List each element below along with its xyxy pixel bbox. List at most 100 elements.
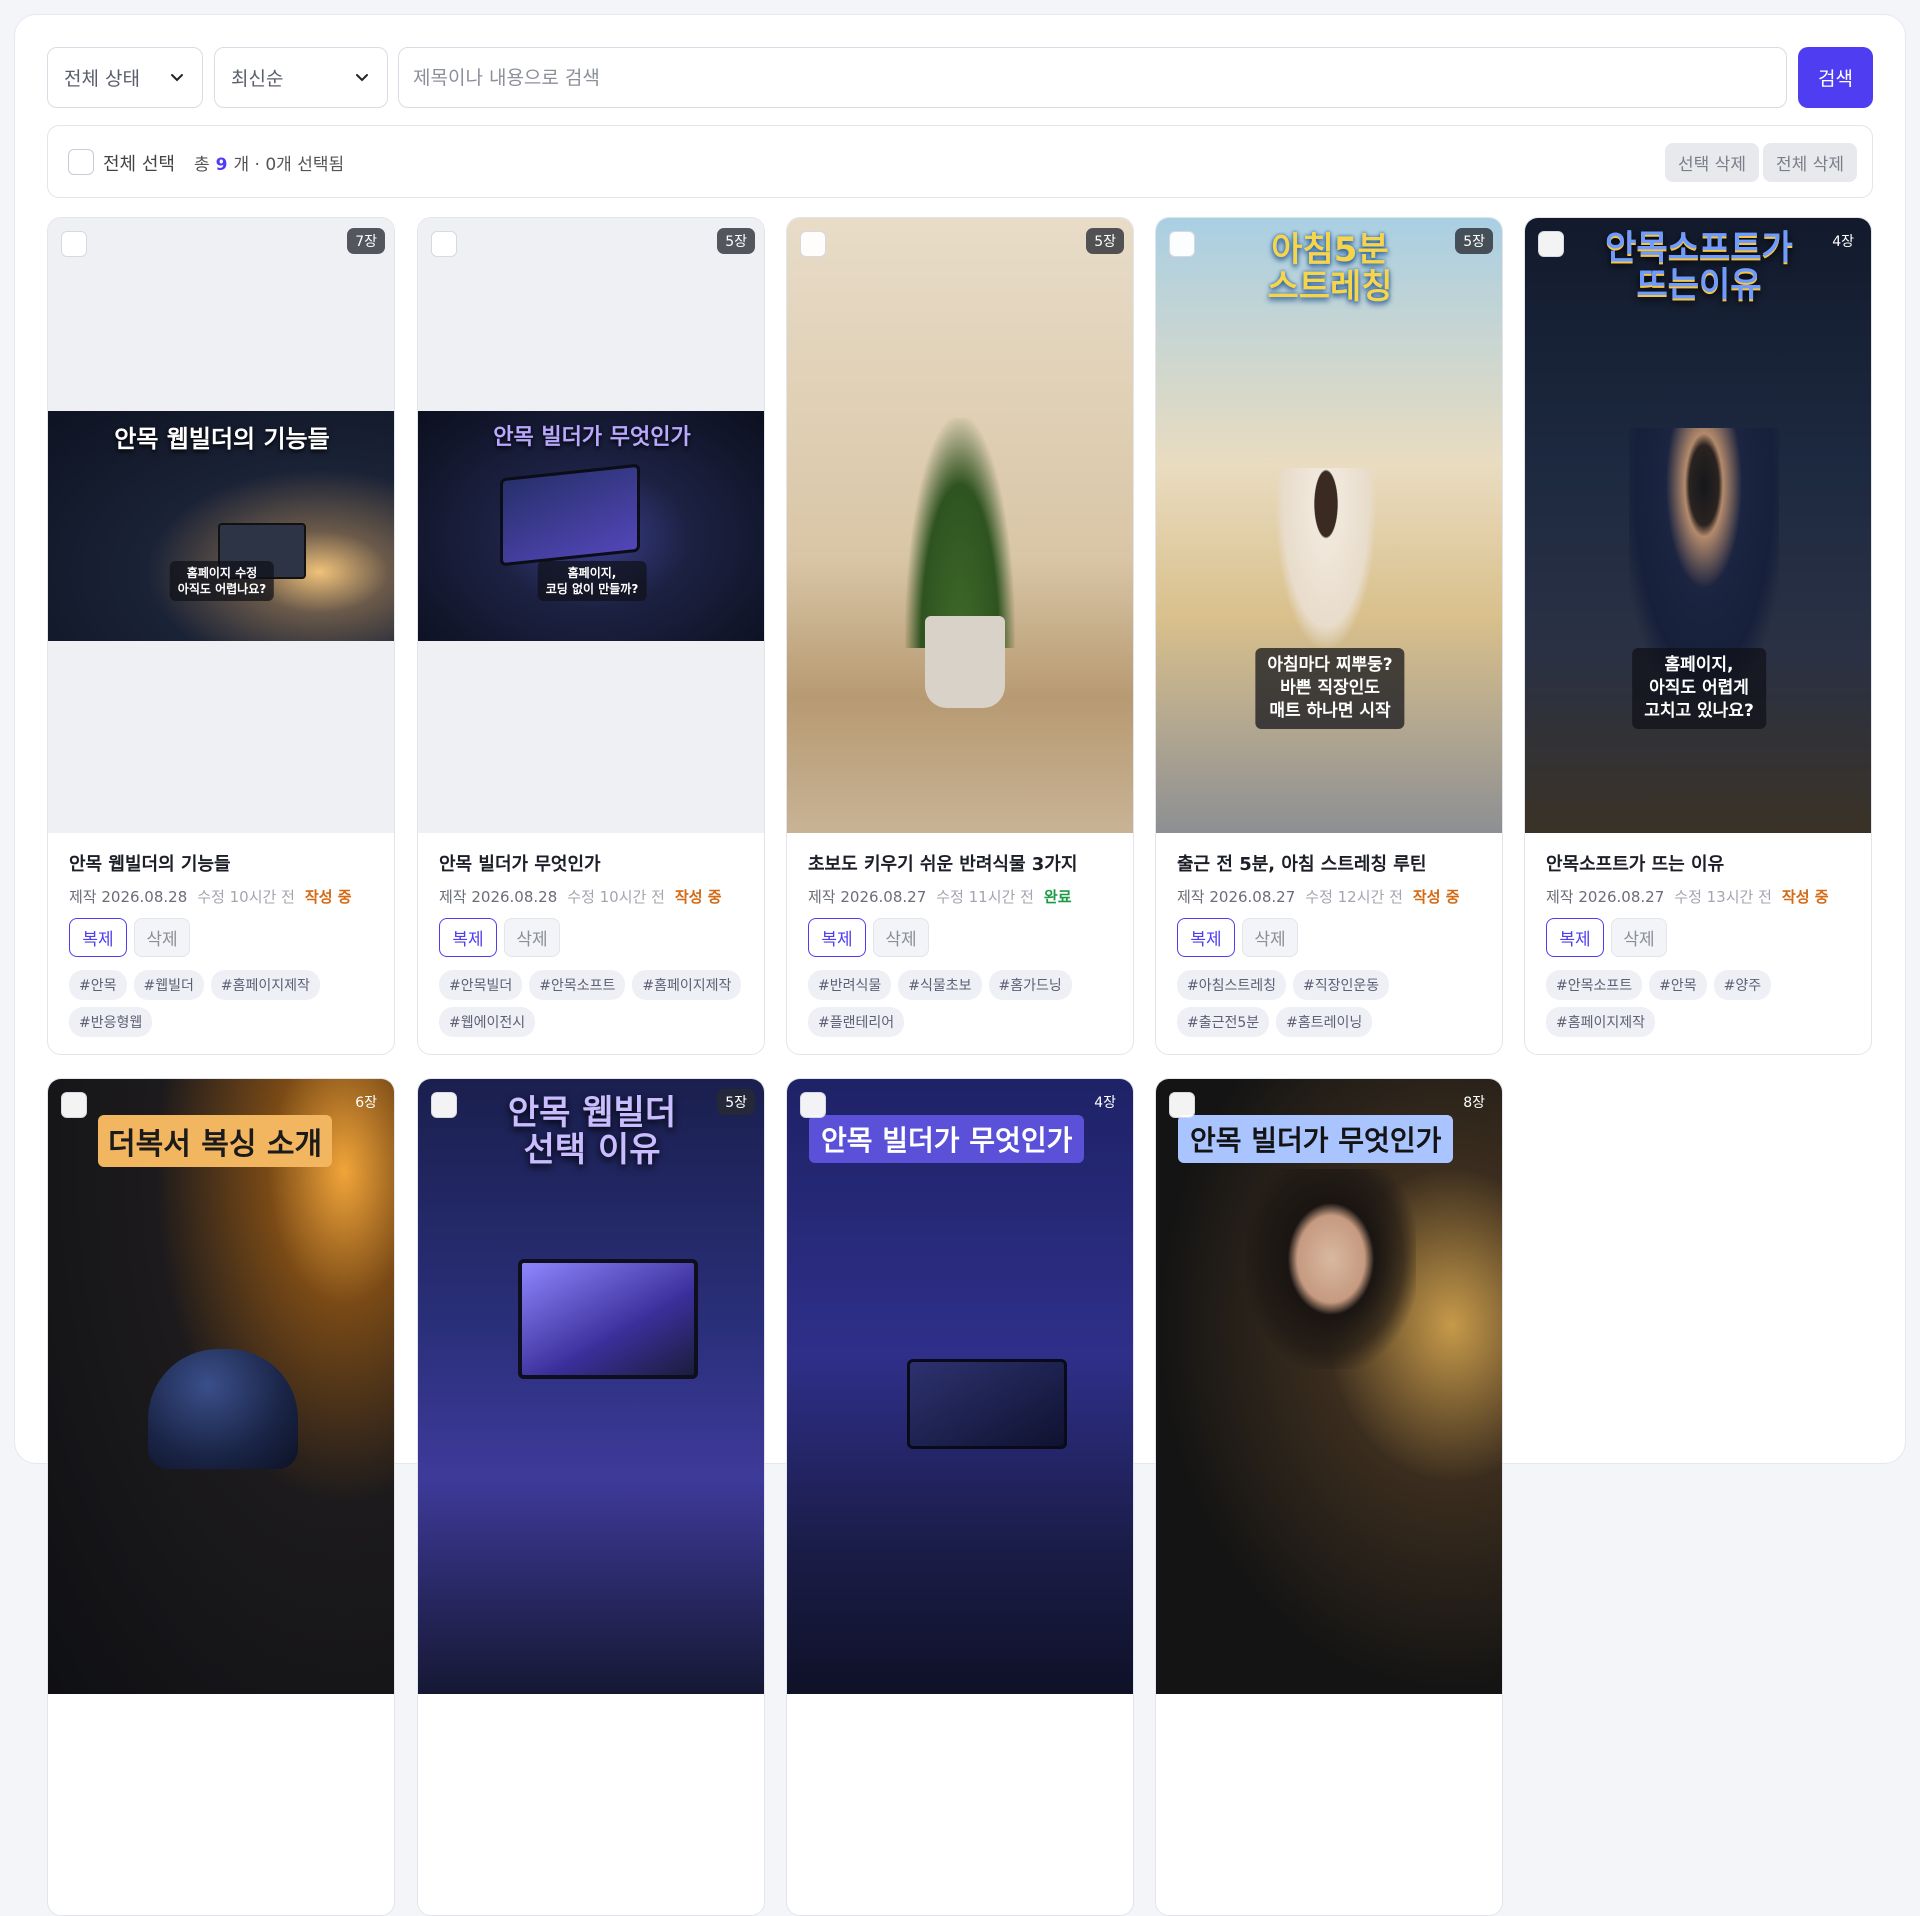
tag[interactable]: #안목소프트 (1546, 970, 1643, 1000)
duplicate-button[interactable]: 복제 (69, 918, 127, 957)
duplicate-button[interactable]: 복제 (1177, 918, 1235, 957)
tag[interactable]: #홈페이지제작 (1546, 1007, 1656, 1037)
card-checkbox[interactable] (61, 231, 87, 257)
card-checkbox[interactable] (1169, 231, 1195, 257)
laptop-shape (518, 1259, 698, 1379)
status-label: 작성 중 (1412, 888, 1460, 906)
select-all-label: 전체 선택 (103, 154, 175, 175)
tag[interactable]: #아침스트레칭 (1177, 970, 1287, 1000)
card-thumbnail[interactable]: 안목 빌더가 무엇인가 홈페이지, 코딩 없이 만들까? 5장 (418, 218, 764, 833)
project-card[interactable]: 안목 웹빌더의 기능들 홈페이지 수정 아직도 어렵나요? 7장 안목 웹빌더의… (47, 217, 395, 1055)
thumbnail-title: 안목 빌더가 무엇인가 (1178, 1115, 1454, 1163)
tag[interactable]: #홈가드닝 (988, 970, 1072, 1000)
tag-list: #반려식물 #식물초보 #홈가드닝 #플랜테리어 (808, 970, 1118, 1037)
laptop-shape (907, 1359, 1067, 1449)
thumbnail-title: 안목 웹빌더의 기능들 (114, 425, 330, 453)
thumbnail-image: 안목 빌더가 무엇인가 홈페이지, 코딩 없이 만들까? (418, 411, 764, 641)
project-card[interactable]: 안목소프트가 뜨는이유 홈페이지, 아직도 어렵게 고치고 있나요? 4장 안목… (1524, 217, 1872, 1055)
thumbnail-caption: 홈페이지, 코딩 없이 만들까? (537, 561, 647, 602)
tag[interactable]: #직장인운동 (1293, 970, 1390, 1000)
thumbnail-image: 안목 웹빌더의 기능들 홈페이지 수정 아직도 어렵나요? (48, 411, 394, 641)
status-label: 작성 중 (674, 888, 722, 906)
page-count-badge: 5장 (1455, 228, 1493, 254)
delete-button[interactable]: 삭제 (134, 918, 190, 957)
chevron-down-icon (171, 74, 183, 82)
status-label: 완료 (1043, 888, 1072, 906)
laptop-shape (500, 463, 640, 567)
tag[interactable]: #반응형웹 (69, 1007, 153, 1037)
card-title: 안목 웹빌더의 기능들 (69, 854, 231, 875)
card-thumbnail[interactable]: 안목 웹빌더 선택 이유 5장 (418, 1079, 764, 1694)
project-card[interactable]: 안목 빌더가 무엇인가 홈페이지, 코딩 없이 만들까? 5장 안목 빌더가 무… (417, 217, 765, 1055)
sort-select[interactable]: 최신순 (214, 47, 388, 108)
project-card[interactable]: 안목 빌더가 무엇인가 8장 (1155, 1078, 1503, 1916)
project-card[interactable]: 안목 빌더가 무엇인가 4장 (786, 1078, 1134, 1916)
thumbnail-caption: 홈페이지, 아직도 어렵게 고치고 있나요? (1632, 648, 1766, 729)
tag[interactable]: #안목 (1649, 970, 1707, 1000)
card-thumbnail[interactable]: 아침5분 스트레칭 아침마다 찌뿌둥? 바쁜 직장인도 매트 하나면 시작 5장 (1156, 218, 1502, 833)
card-checkbox[interactable] (800, 231, 826, 257)
card-thumbnail[interactable]: 더복서 복싱 소개 6장 (48, 1079, 394, 1694)
card-thumbnail[interactable]: 5장 (787, 218, 1133, 833)
tag[interactable]: #안목빌더 (439, 970, 523, 1000)
card-thumbnail[interactable]: 안목 웹빌더의 기능들 홈페이지 수정 아직도 어렵나요? 7장 (48, 218, 394, 833)
card-meta: 제작 2026.08.27 수정 11시간 전 완료 (808, 886, 1072, 907)
select-all-checkbox[interactable] (68, 149, 94, 175)
tag[interactable]: #안목 (69, 970, 127, 1000)
project-card[interactable]: 안목 웹빌더 선택 이유 5장 (417, 1078, 765, 1916)
created-date: 제작 2026.08.28 (69, 888, 188, 906)
tag[interactable]: #플랜테리어 (808, 1007, 905, 1037)
modified-time: 수정 12시간 전 (1305, 888, 1403, 906)
delete-selected-button[interactable]: 선택 삭제 (1665, 143, 1759, 182)
page-count-badge: 5장 (717, 1089, 755, 1115)
status-filter-select[interactable]: 전체 상태 (47, 47, 203, 108)
thumbnail-title: 안목 빌더가 무엇인가 (493, 425, 691, 450)
card-checkbox[interactable] (1538, 231, 1564, 257)
duplicate-button[interactable]: 복제 (439, 918, 497, 957)
sort-value: 최신순 (231, 68, 284, 90)
card-thumbnail[interactable]: 안목소프트가 뜨는이유 홈페이지, 아직도 어렵게 고치고 있나요? 4장 (1525, 218, 1871, 833)
tag[interactable]: #홈페이지제작 (632, 970, 742, 1000)
duplicate-button[interactable]: 복제 (1546, 918, 1604, 957)
tag[interactable]: #반려식물 (808, 970, 892, 1000)
card-checkbox[interactable] (431, 231, 457, 257)
page-count-badge: 4장 (1832, 234, 1854, 250)
search-button[interactable]: 검색 (1798, 47, 1873, 108)
card-checkbox[interactable] (61, 1092, 87, 1118)
project-card[interactable]: 아침5분 스트레칭 아침마다 찌뿌둥? 바쁜 직장인도 매트 하나면 시작 5장… (1155, 217, 1503, 1055)
card-title: 안목소프트가 뜨는 이유 (1546, 854, 1725, 875)
page-count-badge: 6장 (355, 1095, 377, 1111)
delete-button[interactable]: 삭제 (504, 918, 560, 957)
tag[interactable]: #식물초보 (898, 970, 982, 1000)
tag-list: #아침스트레칭 #직장인운동 #출근전5분 #홈트레이닝 (1177, 970, 1487, 1037)
delete-button[interactable]: 삭제 (873, 918, 929, 957)
card-checkbox[interactable] (431, 1092, 457, 1118)
card-meta: 제작 2026.08.27 수정 12시간 전 작성 중 (1177, 886, 1460, 907)
project-card[interactable]: 5장 초보도 키우기 쉬운 반려식물 3가지 제작 2026.08.27 수정 1… (786, 217, 1134, 1055)
selection-count: 총9개 · 0개 선택됨 (194, 150, 344, 175)
card-checkbox[interactable] (1169, 1092, 1195, 1118)
tag[interactable]: #홈페이지제작 (210, 970, 320, 1000)
delete-button[interactable]: 삭제 (1611, 918, 1667, 957)
card-thumbnail[interactable]: 안목 빌더가 무엇인가 4장 (787, 1079, 1133, 1694)
person-shape (1276, 468, 1376, 648)
tag[interactable]: #웹에이전시 (439, 1007, 536, 1037)
tag[interactable]: #출근전5분 (1177, 1007, 1270, 1037)
tag[interactable]: #안목소프트 (529, 970, 626, 1000)
plant-shape (905, 418, 1015, 648)
thumbnail-title: 안목 웹빌더 선택 이유 (507, 1093, 677, 1171)
card-checkbox[interactable] (800, 1092, 826, 1118)
tag[interactable]: #웹빌더 (133, 970, 204, 1000)
tag[interactable]: #양주 (1713, 970, 1772, 1000)
delete-button[interactable]: 삭제 (1242, 918, 1298, 957)
search-input[interactable] (398, 47, 1787, 108)
page-count-badge: 7장 (347, 228, 385, 254)
duplicate-button[interactable]: 복제 (808, 918, 866, 957)
card-thumbnail[interactable]: 안목 빌더가 무엇인가 8장 (1156, 1079, 1502, 1694)
thumbnail-title: 안목소프트가 뜨는이유 (1605, 228, 1793, 306)
modified-time: 수정 10시간 전 (197, 888, 295, 906)
delete-all-button[interactable]: 전체 삭제 (1763, 143, 1857, 182)
project-card[interactable]: 더복서 복싱 소개 6장 (47, 1078, 395, 1916)
tag[interactable]: #홈트레이닝 (1276, 1007, 1373, 1037)
modified-time: 수정 13시간 전 (1674, 888, 1772, 906)
